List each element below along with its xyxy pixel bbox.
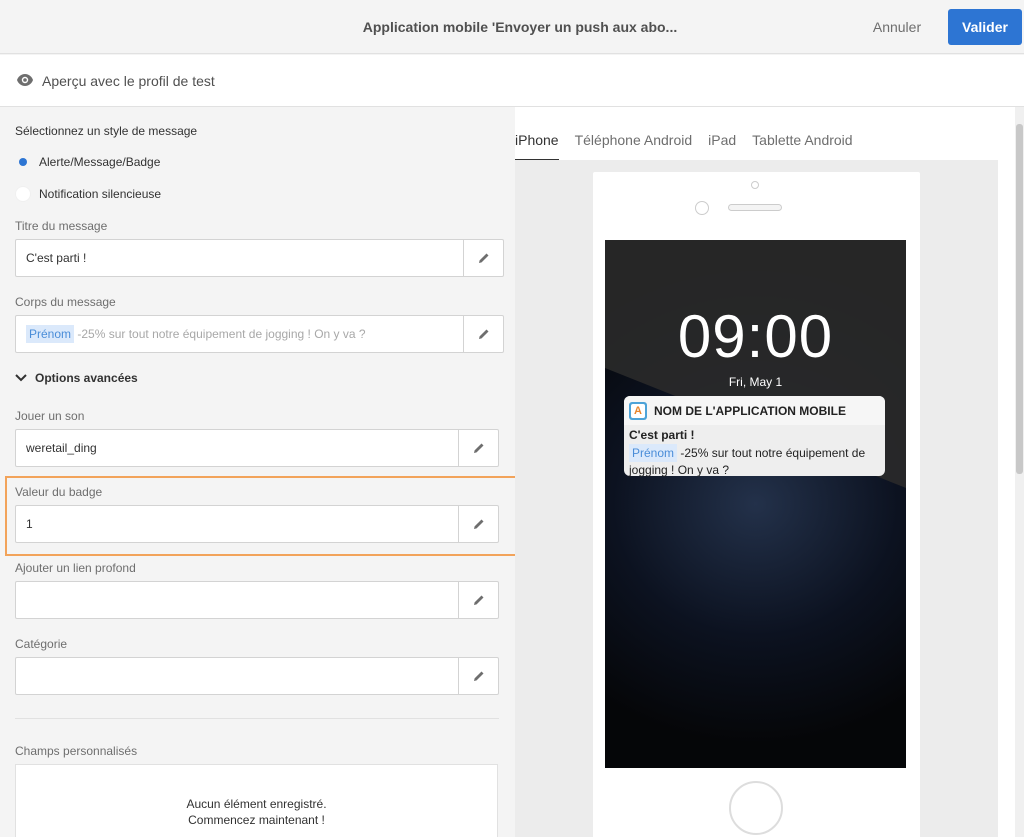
scrollbar-thumb[interactable] (1016, 124, 1023, 474)
title-value: C'est parti ! (26, 251, 87, 265)
radio-unselected-icon[interactable] (15, 186, 31, 202)
deeplink-label: Ajouter un lien profond (15, 561, 136, 575)
edit-title-button[interactable] (463, 240, 503, 276)
eye-icon (17, 74, 33, 86)
chevron-down-icon (15, 374, 27, 382)
lock-screen-time: 09:00 (677, 303, 834, 370)
top-header: Application mobile 'Envoyer un push aux … (0, 0, 1024, 54)
pencil-icon (473, 519, 483, 529)
body-value: Prénom -25% sur tout notre équipement de… (26, 316, 366, 352)
pencil-icon (473, 443, 483, 453)
cancel-button[interactable]: Annuler (862, 10, 932, 44)
edit-deeplink-button[interactable] (458, 582, 498, 618)
personalization-tag[interactable]: Prénom (26, 325, 75, 343)
sound-value: weretail_ding (26, 441, 97, 455)
title-field[interactable]: C'est parti ! (15, 239, 504, 277)
lock-screen-date: Fri, May 1 (728, 375, 783, 389)
radio-silent-notification[interactable]: Notification silencieuse (15, 185, 161, 203)
device-preview-panel: iPhone Téléphone Android iPad Tablette A… (515, 107, 1015, 837)
badge-field[interactable]: 1 (15, 505, 499, 543)
body-label: Corps du message (15, 295, 116, 309)
radio-label: Notification silencieuse (39, 187, 162, 201)
message-form: Sélectionnez un style de message Alerte/… (0, 107, 525, 837)
advanced-options-toggle[interactable]: Options avancées (15, 369, 138, 387)
empty-state-line2[interactable]: Commencez maintenant ! (16, 812, 497, 828)
phone-preview-area: 09:00 Fri, May 1 A NOM DE L'APPLICATION … (515, 160, 998, 837)
notification-title: C'est parti ! (629, 428, 695, 442)
push-notification: A NOM DE L'APPLICATION MOBILE C'est part… (624, 396, 885, 478)
advanced-options-label: Options avancées (35, 371, 138, 385)
sound-field[interactable]: weretail_ding (15, 429, 499, 467)
edit-sound-button[interactable] (458, 430, 498, 466)
app-icon-letter: A (631, 403, 645, 418)
radio-alert-message-badge[interactable]: Alerte/Message/Badge (15, 153, 160, 171)
edit-badge-button[interactable] (458, 506, 498, 542)
sensor-icon (695, 201, 709, 215)
radio-label: Alerte/Message/Badge (39, 155, 161, 169)
pencil-icon (478, 329, 488, 339)
category-field[interactable] (15, 657, 499, 695)
style-label: Sélectionnez un style de message (15, 124, 198, 138)
preview-profile-label: Aperçu avec le profil de test (42, 73, 215, 89)
empty-state-line1: Aucun élément enregistré. (186, 797, 327, 811)
page-title: Application mobile 'Envoyer un push aux … (362, 19, 678, 35)
badge-value: 1 (26, 517, 33, 531)
custom-fields-label: Champs personnalisés (15, 744, 138, 758)
preview-profile-bar[interactable]: Aperçu avec le profil de test (0, 55, 1024, 107)
tab-android-tablet[interactable]: Tablette Android (752, 125, 852, 161)
device-tabs: iPhone Téléphone Android iPad Tablette A… (515, 125, 869, 161)
personalization-tag: Prénom (629, 444, 678, 462)
speaker-icon (728, 204, 782, 211)
body-field[interactable]: Prénom -25% sur tout notre équipement de… (15, 315, 504, 353)
body-text: -25% sur tout notre équipement de joggin… (77, 327, 366, 341)
notification-app-name: NOM DE L'APPLICATION MOBILE (654, 403, 846, 418)
tab-ipad[interactable]: iPad (708, 125, 736, 161)
category-label: Catégorie (15, 637, 68, 651)
camera-icon (751, 181, 759, 189)
lock-screen: 09:00 Fri, May 1 A NOM DE L'APPLICATION … (605, 240, 906, 768)
pencil-icon (478, 253, 488, 263)
radio-selected-icon[interactable] (15, 154, 31, 170)
app-icon: A (629, 401, 647, 420)
sound-label: Jouer un son (15, 409, 85, 423)
home-button-icon (729, 781, 783, 835)
edit-body-button[interactable] (463, 316, 503, 352)
tab-android-phone[interactable]: Téléphone Android (575, 125, 693, 161)
notification-body: Prénom -25% sur tout notre équipement de… (624, 442, 885, 478)
tab-iphone[interactable]: iPhone (515, 125, 559, 161)
validate-button[interactable]: Valider (948, 9, 1022, 45)
notification-header: A NOM DE L'APPLICATION MOBILE (624, 396, 885, 425)
custom-fields-empty-state: Aucun élément enregistré. Commencez main… (15, 764, 498, 837)
pencil-icon (473, 671, 483, 681)
badge-label: Valeur du badge (15, 485, 103, 499)
section-divider (15, 718, 499, 719)
deeplink-field[interactable] (15, 581, 499, 619)
pencil-icon (473, 595, 483, 605)
title-label: Titre du message (15, 219, 108, 233)
iphone-mockup: 09:00 Fri, May 1 A NOM DE L'APPLICATION … (593, 172, 920, 837)
edit-category-button[interactable] (458, 658, 498, 694)
